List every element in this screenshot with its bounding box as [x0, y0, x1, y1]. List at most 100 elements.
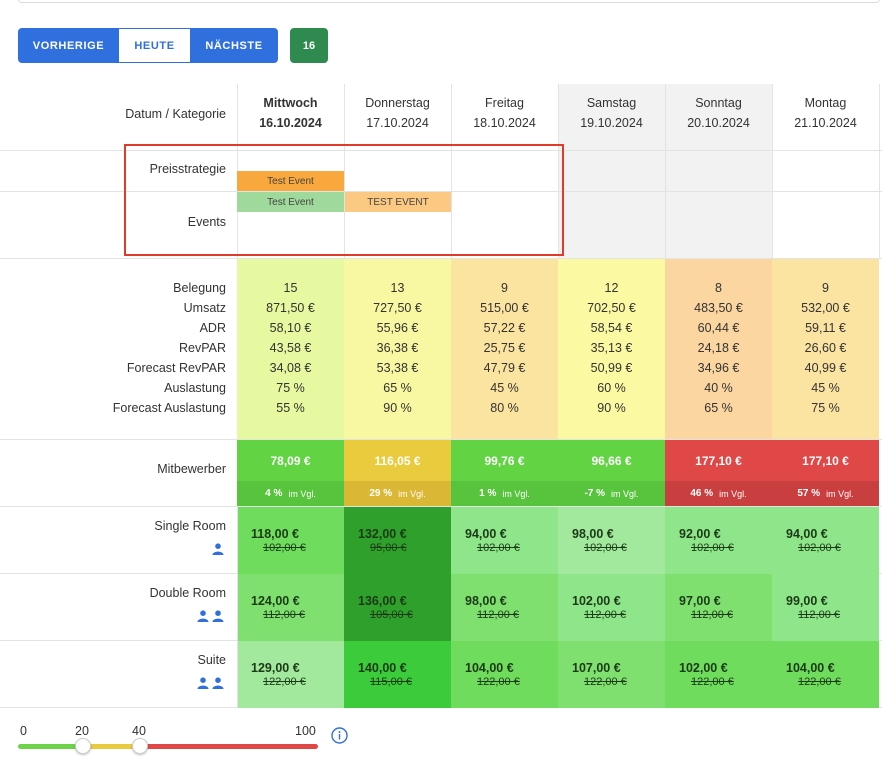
room-price-cell[interactable]: 94,00 €102,00 € [772, 507, 879, 574]
info-circle-icon[interactable] [331, 727, 348, 749]
scale-high-segment [140, 744, 318, 749]
metric-value: 58,54 € [590, 321, 633, 335]
date-category-label: Datum / Kategorie [125, 107, 226, 121]
room-price-cell[interactable]: 132,00 €95,00 € [344, 507, 451, 574]
room-price-cell[interactable]: 104,00 €122,00 € [772, 641, 879, 708]
compare-label: im Vgl. [719, 488, 747, 499]
day-date: 18.10.2024 [473, 116, 536, 130]
metric-value: 45 % [490, 381, 519, 395]
metric-value: 90 % [383, 401, 412, 415]
competitor-compare: 46 % im Vgl. [665, 481, 772, 506]
room-price-cell[interactable]: 140,00 €115,00 € [344, 641, 451, 708]
day-name: Donnerstag [365, 96, 430, 110]
metric-value: 75 % [811, 401, 840, 415]
room-old-price: 102,00 € [691, 542, 734, 554]
metric-value: 15 [283, 281, 298, 295]
competitor-price[interactable]: 177,10 € [665, 440, 772, 482]
person-icon [212, 609, 224, 627]
room-old-price: 112,00 € [798, 609, 841, 621]
room-price-cell[interactable]: 94,00 €102,00 € [451, 507, 558, 574]
room-price-cell[interactable]: 98,00 €112,00 € [451, 574, 558, 641]
competitor-compare: 4 % im Vgl. [237, 481, 344, 506]
metric-value: 55,96 € [376, 321, 419, 335]
weekend-column-bg [558, 84, 665, 258]
day-name: Sonntag [695, 96, 742, 110]
room-old-price: 102,00 € [263, 542, 306, 554]
person-icon [197, 609, 209, 627]
metric-value: 65 % [383, 381, 412, 395]
room-old-price: 112,00 € [691, 609, 734, 621]
metric-label: Belegung [173, 281, 226, 295]
room-old-price: 112,00 € [477, 609, 520, 621]
metric-value: 55 % [276, 401, 305, 415]
metric-label: Forecast RevPAR [126, 361, 226, 375]
competitor-price[interactable]: 96,66 € [558, 440, 665, 482]
scale-handle-1[interactable] [75, 738, 91, 754]
room-price-cell[interactable]: 129,00 €122,00 € [237, 641, 344, 708]
metric-value: 36,38 € [376, 341, 419, 355]
column-divider [879, 84, 880, 258]
metric-value: 60 % [597, 381, 626, 395]
room-price-cell[interactable]: 102,00 €122,00 € [665, 641, 772, 708]
compare-label: im Vgl. [398, 488, 426, 499]
today-button[interactable]: HEUTE [119, 28, 190, 63]
metric-value: 90 % [597, 401, 626, 415]
count-badge[interactable]: 16 [290, 28, 328, 63]
competitor-price[interactable]: 78,09 € [237, 440, 344, 482]
metric-value: 34,08 € [269, 361, 312, 375]
column-divider [665, 84, 666, 258]
metric-label: Forecast Auslastung [112, 401, 226, 415]
metric-value: 40,99 € [804, 361, 847, 375]
metric-value: 35,13 € [590, 341, 633, 355]
room-price-cell[interactable]: 104,00 €122,00 € [451, 641, 558, 708]
competitor-percent: 1 % [479, 488, 497, 499]
competitor-percent: 29 % [369, 488, 393, 499]
room-price-cell[interactable]: 102,00 €112,00 € [558, 574, 665, 641]
room-old-price: 122,00 € [263, 676, 306, 688]
metric-value: 532,00 € [801, 301, 850, 315]
metric-value: 727,50 € [373, 301, 422, 315]
compare-label: im Vgl. [611, 488, 639, 499]
competitor-price[interactable]: 99,76 € [451, 440, 558, 482]
room-price-cell[interactable]: 107,00 €122,00 € [558, 641, 665, 708]
room-price: 124,00 € [251, 594, 300, 608]
metric-value: 59,11 € [805, 321, 846, 335]
person-icon [212, 676, 224, 694]
scale-low-segment [18, 744, 83, 749]
room-price: 99,00 € [786, 594, 828, 608]
room-price-cell[interactable]: 136,00 €105,00 € [344, 574, 451, 641]
competitor-price[interactable]: 116,05 € [344, 440, 451, 482]
metric-value: 9 [501, 281, 508, 295]
compare-label: im Vgl. [826, 488, 854, 499]
day-date: 17.10.2024 [366, 116, 429, 130]
previous-button[interactable]: VORHERIGE [18, 28, 119, 63]
room-old-price: 95,00 € [370, 542, 407, 554]
metric-value: 45 % [811, 381, 840, 395]
metric-value: 34,96 € [697, 361, 740, 375]
day-name: Samstag [586, 96, 637, 110]
room-price-cell[interactable]: 98,00 €102,00 € [558, 507, 665, 574]
scale-handle-2[interactable] [132, 738, 148, 754]
room-old-price: 115,00 € [370, 676, 413, 688]
day-date: 16.10.2024 [259, 116, 322, 130]
room-price: 98,00 € [465, 594, 507, 608]
next-button[interactable]: NÄCHSTE [190, 28, 278, 63]
room-price: 104,00 € [465, 661, 514, 675]
room-price: 136,00 € [358, 594, 407, 608]
metric-value: 24,18 € [697, 341, 740, 355]
competitor-percent: 57 % [797, 488, 821, 499]
room-price-cell[interactable]: 97,00 €112,00 € [665, 574, 772, 641]
room-old-price: 122,00 € [691, 676, 734, 688]
room-price-cell[interactable]: 99,00 €112,00 € [772, 574, 879, 641]
room-name: Double Room [149, 586, 226, 600]
metric-value: 43,58 € [269, 341, 312, 355]
person-icon [212, 542, 224, 560]
scale-threshold-2-label: 40 [132, 724, 146, 738]
competitor-price[interactable]: 177,10 € [772, 440, 879, 482]
room-price-cell[interactable]: 124,00 €112,00 € [237, 574, 344, 641]
room-price-cell[interactable]: 118,00 €102,00 € [237, 507, 344, 574]
room-price: 94,00 € [786, 527, 828, 541]
metric-value: 26,60 € [804, 341, 847, 355]
day-name: Montag [804, 96, 847, 110]
room-price-cell[interactable]: 92,00 €102,00 € [665, 507, 772, 574]
